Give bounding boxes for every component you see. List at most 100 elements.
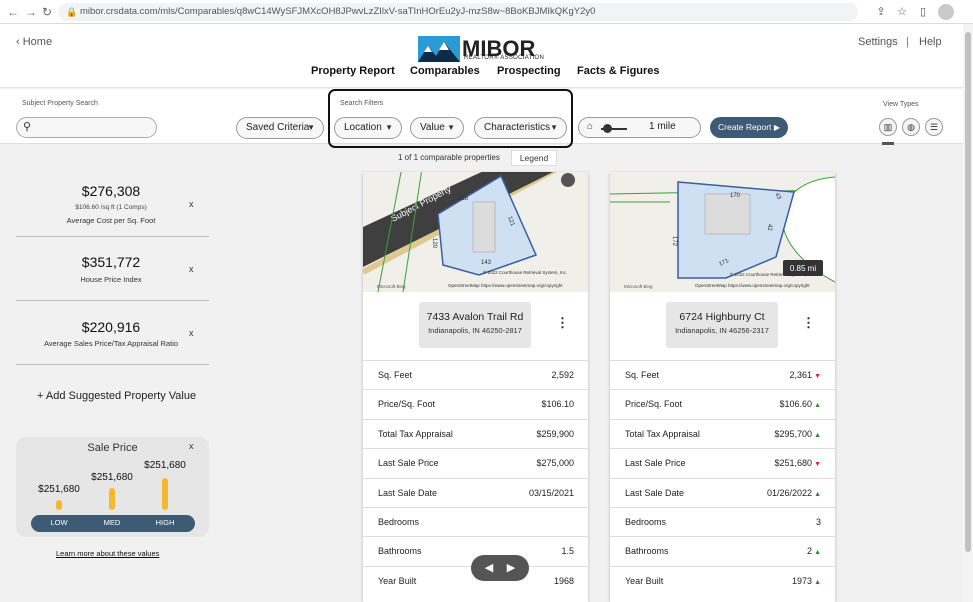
page-scrollbar[interactable] <box>963 24 973 602</box>
detail-value: 2,361 ▼ <box>790 370 821 380</box>
bookmark-star-icon[interactable]: ☆ <box>895 4 909 20</box>
detail-value-text: $106.10 <box>541 399 574 410</box>
value-label: Value <box>420 122 445 133</box>
detail-label: Bedrooms <box>378 516 420 527</box>
more-options-icon[interactable]: ⋮ <box>802 316 815 329</box>
logo-subtitle: REALTOR® ASSOCIATION <box>464 55 545 61</box>
stat-label: Average Cost per Sq. Foot <box>66 216 156 225</box>
reload-icon[interactable]: ↻ <box>40 4 54 20</box>
property-address[interactable]: 7433 Avalon Trail Rd Indianapolis, IN 46… <box>419 302 531 348</box>
value-filter-dropdown[interactable]: Value ▼ <box>410 117 464 139</box>
learn-more-link[interactable]: Learn more about these values <box>56 549 159 558</box>
saved-criteria-label: Saved Criteria <box>246 122 310 133</box>
active-view-indicator <box>882 142 894 145</box>
settings-link[interactable]: Settings <box>858 36 898 48</box>
trend-up-icon: ▲ <box>814 490 821 498</box>
detail-row: Price/Sq. Foot $106.60 ▲ <box>610 389 835 418</box>
detail-value: 1968 <box>554 576 574 586</box>
property-map[interactable]: Subject Property 128 121 120 143 © 2022 … <box>363 172 588 292</box>
more-options-icon[interactable]: ⋮ <box>556 316 569 329</box>
close-icon[interactable]: x <box>189 264 194 274</box>
home-link[interactable]: ‹ Home <box>16 36 52 48</box>
stat-sales-tax-ratio: $220,916 Average Sales Price/Tax Apprais… <box>16 301 209 365</box>
sale-price-card: Sale Price x $251,680 $251,680 $251,680 … <box>16 437 209 537</box>
detail-label: Bathrooms <box>378 546 422 557</box>
side-panel-icon[interactable]: ▯ <box>916 4 930 20</box>
sale-price-title: Sale Price <box>87 442 138 454</box>
header-separator: | <box>906 36 909 48</box>
close-icon[interactable]: x <box>189 441 194 451</box>
view-types-label: View Types <box>883 101 919 108</box>
detail-value: 1973 ▲ <box>792 576 821 586</box>
previous-arrow-icon[interactable]: ◀ <box>482 561 496 574</box>
nav-prospecting[interactable]: Prospecting <box>497 65 561 77</box>
nav-comparables[interactable]: Comparables <box>410 65 480 77</box>
create-report-button[interactable]: Create Report ▶ <box>710 117 788 138</box>
detail-label: Year Built <box>625 575 664 586</box>
address-city: Indianapolis, IN 46250-2817 <box>428 326 522 335</box>
radius-slider[interactable]: ⌂ 1 mile <box>578 117 701 138</box>
detail-label: Sq. Feet <box>378 370 413 380</box>
detail-row: Last Sale Price $251,680 ▼ <box>610 448 835 477</box>
lot-dimension: 172 <box>671 236 677 247</box>
detail-value-text: 1.5 <box>561 546 574 557</box>
map-view-icon[interactable]: ◍ <box>902 118 920 136</box>
detail-value-text: 1973 <box>792 575 813 586</box>
lot-dimension: 42 <box>766 224 772 231</box>
back-icon[interactable]: ← <box>6 4 20 20</box>
characteristics-filter-dropdown[interactable]: Characteristics ▼ <box>474 117 567 139</box>
close-icon[interactable]: x <box>189 328 194 338</box>
list-view-icon[interactable]: ☰ <box>925 118 943 136</box>
subject-property-search-input[interactable]: ⚲ <box>16 117 157 138</box>
sale-low-bar <box>56 500 62 510</box>
caret-down-icon: ▼ <box>550 123 558 132</box>
detail-row: Year Built 1973 ▲ <box>610 565 835 595</box>
detail-value-text: 2,361 <box>789 370 813 380</box>
property-map[interactable]: 170 43 172 42 171 © 2022 Courthouse Retr… <box>610 172 835 292</box>
create-report-label: Create Report <box>718 122 772 132</box>
detail-value-text: 1968 <box>553 575 574 586</box>
sale-price-scale: LOW MED HIGH <box>31 515 195 532</box>
forward-icon[interactable]: → <box>24 4 38 20</box>
next-arrow-icon[interactable]: ▶ <box>504 561 518 574</box>
address-bar[interactable]: 🔒 mibor.crsdata.com/mls/Comparables/q8wC… <box>58 3 858 21</box>
chevron-left-icon: ‹ <box>16 36 23 48</box>
property-address[interactable]: 6724 Highburry Ct Indianapolis, IN 46256… <box>666 302 778 348</box>
location-filter-dropdown[interactable]: Location ▼ <box>334 117 402 139</box>
detail-value-text: 2,592 <box>551 370 574 380</box>
caret-down-icon: ▼ <box>307 123 315 132</box>
help-link[interactable]: Help <box>919 36 942 48</box>
caret-down-icon: ▼ <box>385 123 393 132</box>
subject-property-card: Subject Property 128 121 120 143 © 2022 … <box>363 172 588 602</box>
distance-badge: 0.85 mi <box>790 264 816 273</box>
profile-avatar[interactable] <box>938 4 954 20</box>
bing-logo: Microsoft Bing <box>624 284 653 289</box>
trend-up-icon: ▲ <box>814 431 821 439</box>
lot-dimension: 120 <box>431 238 437 249</box>
carousel-control: ◀ ▶ <box>471 555 529 581</box>
map-attribution: OpenStreetMap https://www.openstreetmap.… <box>695 283 810 288</box>
detail-value-text: 2 <box>807 546 813 557</box>
nav-facts-figures[interactable]: Facts & Figures <box>577 65 660 77</box>
detail-value-text: $251,680 <box>774 458 813 469</box>
card-view-icon[interactable]: ▥ <box>879 118 897 136</box>
detail-value: $295,700 ▲ <box>775 429 821 439</box>
legend-button[interactable]: Legend <box>511 150 557 166</box>
detail-label: Total Tax Appraisal <box>378 428 453 439</box>
stat-house-price-index: $351,772 House Price Index x <box>16 237 209 301</box>
detail-value: 2,592 <box>551 370 574 380</box>
slider-handle[interactable] <box>603 124 612 133</box>
share-icon[interactable]: ⇪ <box>874 4 888 20</box>
detail-label: Last Sale Date <box>378 487 438 498</box>
stat-label: Average Sales Price/Tax Appraisal Ratio <box>43 339 179 348</box>
trend-down-icon: ▼ <box>814 461 821 469</box>
detail-label: Bedrooms <box>625 516 667 527</box>
saved-criteria-dropdown[interactable]: Saved Criteria ▼ <box>236 117 324 139</box>
nav-property-report[interactable]: Property Report <box>311 65 395 77</box>
close-icon[interactable]: x <box>189 199 194 209</box>
detail-row: Sq. Feet 2,592 <box>363 360 588 389</box>
detail-label: Total Tax Appraisal <box>625 428 700 439</box>
add-suggested-value-button[interactable]: + Add Suggested Property Value <box>37 390 196 402</box>
scrollbar-thumb[interactable] <box>965 32 971 552</box>
sale-med-value: $251,680 <box>91 472 133 483</box>
